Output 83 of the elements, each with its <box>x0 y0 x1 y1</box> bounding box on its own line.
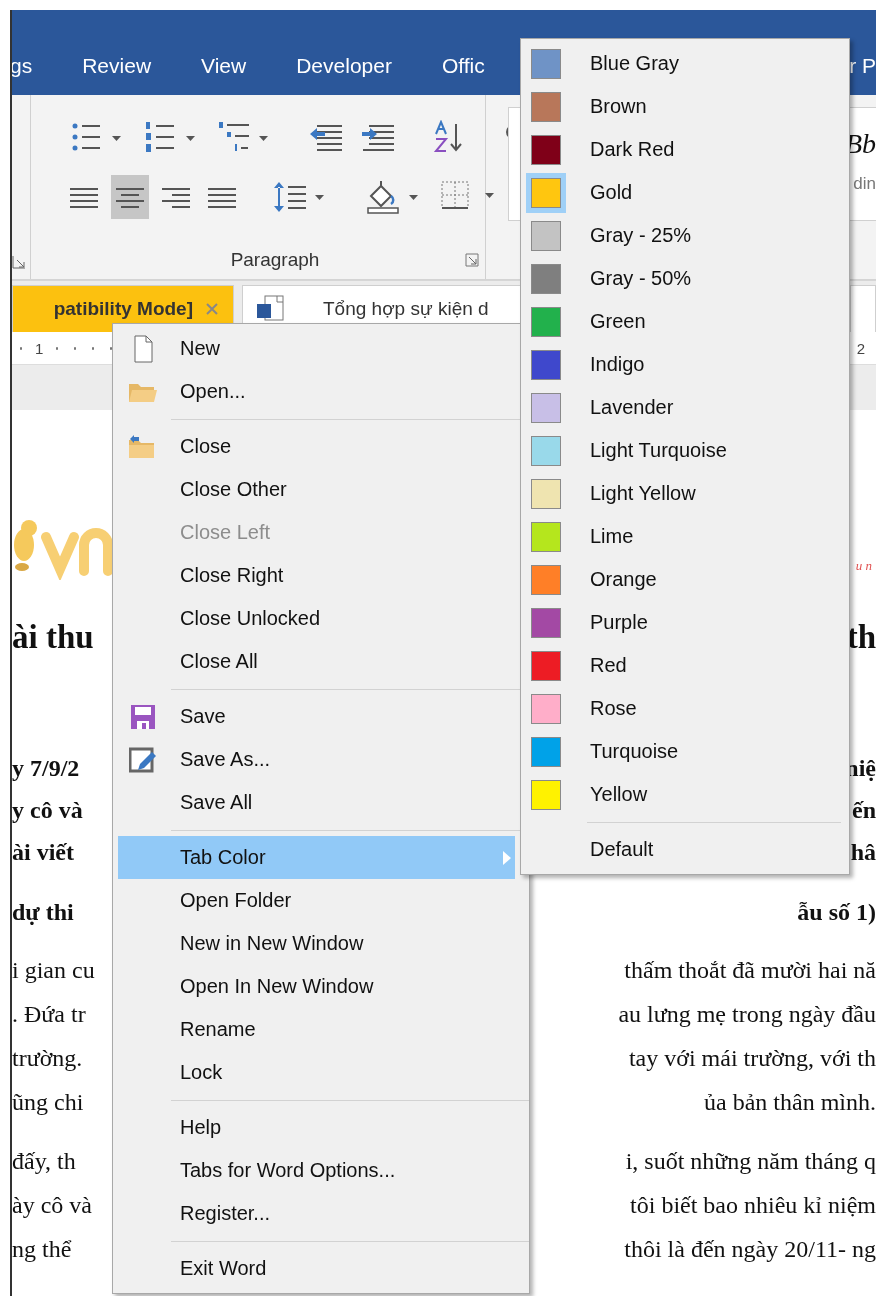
document-tab[interactable] <box>850 285 876 332</box>
group-label: Paragraph <box>230 249 320 271</box>
document-text: thấm thoắt đã mười hai nă <box>624 956 876 984</box>
page-icon <box>133 334 153 363</box>
menu-item[interactable]: Green <box>521 300 849 343</box>
menu-item[interactable]: Red <box>521 644 849 687</box>
menu-item[interactable]: Lime <box>521 515 849 558</box>
style-name[interactable]: din <box>853 174 876 194</box>
document-text: ủa bản thân mình. <box>704 1088 876 1116</box>
menu-item[interactable]: Close Unlocked <box>118 597 515 640</box>
document-text: ến <box>852 796 876 824</box>
document-text: au lưng mẹ trong ngày đầu <box>618 1000 876 1028</box>
menu-item[interactable]: Indigo <box>521 343 849 386</box>
ribbon-tab[interactable]: r P <box>849 51 876 80</box>
document-text: ày cô và <box>12 1191 92 1219</box>
align-center-button[interactable] <box>111 175 149 219</box>
align-right-icon[interactable] <box>161 185 191 209</box>
menu-item[interactable]: Close <box>118 425 515 468</box>
increase-indent-icon[interactable] <box>361 122 397 152</box>
menu-item[interactable]: Light Turquoise <box>521 429 849 472</box>
document-text: ũng chi <box>12 1088 84 1116</box>
menu-item[interactable]: Close All <box>118 640 515 683</box>
align-center-icon[interactable] <box>115 185 145 209</box>
document-text: ẫu số 1) <box>797 898 876 926</box>
menu-item[interactable]: New in New Window <box>118 922 515 965</box>
menu-item[interactable]: Save All <box>118 781 515 824</box>
menu-item[interactable]: Yellow <box>521 773 849 816</box>
menu-item[interactable]: Save <box>118 695 515 738</box>
menu-item[interactable]: Register... <box>118 1192 515 1235</box>
menu-item[interactable]: Gray - 25% <box>521 214 849 257</box>
menu-item[interactable]: Tab Color <box>118 836 515 879</box>
ribbon-tab[interactable]: Offic <box>441 51 485 80</box>
menu-item[interactable]: Lock <box>118 1051 515 1094</box>
menu-item[interactable]: Purple <box>521 601 849 644</box>
ribbon-tab[interactable]: View <box>201 51 247 80</box>
menu-item[interactable]: Open... <box>118 370 515 413</box>
menu-item[interactable]: Help <box>118 1106 515 1149</box>
document-text: i, suốt những năm tháng q <box>625 1147 876 1175</box>
menu-item[interactable]: Gray - 50% <box>521 257 849 300</box>
document-heading: ài thu <box>12 619 94 656</box>
menu-item[interactable]: Open Folder <box>118 879 515 922</box>
menu-item[interactable]: Light Yellow <box>521 472 849 515</box>
document-text: tôi biết bao nhiêu kỉ niệm <box>630 1191 876 1219</box>
document-text: trường. <box>12 1044 83 1072</box>
menu-item[interactable]: Rename <box>118 1008 515 1051</box>
menu-item[interactable]: Rose <box>521 687 849 730</box>
document-text: hâ <box>850 838 876 866</box>
dialog-launcher-icon[interactable] <box>12 255 26 269</box>
document-text: ài viết <box>12 838 74 866</box>
sort-icon[interactable] <box>433 120 465 154</box>
menu-item[interactable]: Close Right <box>118 554 515 597</box>
document-text: i gian cu <box>12 956 95 984</box>
dialog-launcher-icon[interactable] <box>465 253 479 267</box>
document-text: y 7/9/2 <box>12 754 80 782</box>
document-text: ng thể <box>12 1235 72 1263</box>
ribbon-tab[interactable]: Developer <box>296 51 392 80</box>
tab-title[interactable]: patibility Mode] <box>53 298 193 320</box>
document-text: y cô và <box>12 796 83 824</box>
justify-icon[interactable] <box>207 185 237 209</box>
menu-item[interactable]: Orange <box>521 558 849 601</box>
tab-title[interactable]: Tổng hợp sự kiện d <box>323 298 489 320</box>
menu-item[interactable]: Save As... <box>118 738 515 781</box>
floppy-disk-pen-icon <box>129 745 157 774</box>
decrease-indent-icon[interactable] <box>309 122 345 152</box>
document-text: tay với mái trường, với th <box>628 1044 876 1072</box>
align-left-icon[interactable] <box>69 185 99 209</box>
ribbon-tab[interactable]: Review <box>82 51 152 80</box>
document-text: đấy, th <box>12 1147 76 1175</box>
menu-item[interactable]: Gold <box>521 171 849 214</box>
menu-item[interactable]: Tabs for Word Options... <box>118 1149 515 1192</box>
menu-item[interactable]: Dark Red <box>521 128 849 171</box>
document-text: thôi là đến ngày 20/11- ng <box>624 1235 876 1263</box>
menu-item[interactable]: Lavender <box>521 386 849 429</box>
menu-item[interactable]: Blue Gray <box>521 42 849 85</box>
menu-item[interactable]: Default <box>521 828 849 871</box>
menu-item[interactable]: Close Other <box>118 468 515 511</box>
menu-item[interactable]: Open In New Window <box>118 965 515 1008</box>
document-text: dự thi <box>12 898 74 926</box>
document-text: u n <box>855 558 872 574</box>
menu-item[interactable]: Turquoise <box>521 730 849 773</box>
menu-item[interactable]: Brown <box>521 85 849 128</box>
document-text: . Đứa tr <box>12 1000 86 1028</box>
menu-item[interactable]: Exit Word <box>118 1247 515 1290</box>
